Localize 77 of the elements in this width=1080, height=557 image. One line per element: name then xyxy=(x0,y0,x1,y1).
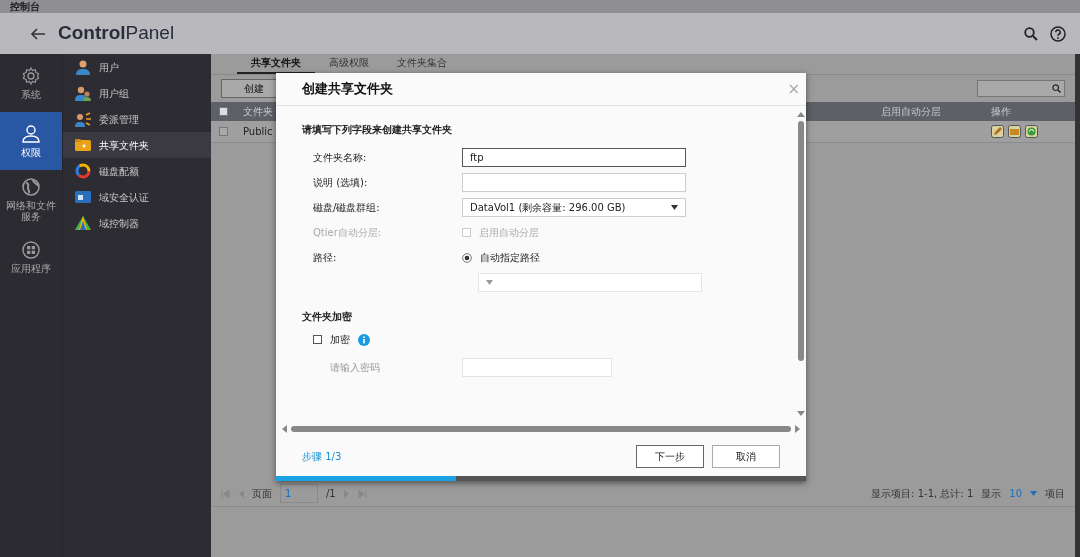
tab[interactable]: 文件夹集合 xyxy=(383,55,461,74)
folder-icon[interactable] xyxy=(1008,125,1021,138)
column-header: 启用自动分层 xyxy=(880,105,942,119)
scroll-right-icon[interactable] xyxy=(795,425,800,433)
pyramid-icon xyxy=(75,215,91,231)
section-heading: 文件夹加密 xyxy=(302,310,353,324)
checkbox-label: 启用自动分层 xyxy=(479,226,539,240)
radio-label: 自动指定路径 xyxy=(480,251,540,265)
field-label: 路径: xyxy=(312,251,338,265)
step-indicator: 步骤 1/3 xyxy=(302,449,342,464)
checkbox[interactable] xyxy=(218,127,228,136)
users-icon xyxy=(75,111,91,127)
search-icon[interactable] xyxy=(1024,26,1038,41)
field-label: 文件夹名称: xyxy=(312,151,368,165)
table-cell-text: Public xyxy=(242,125,273,139)
next-button[interactable]: 下一步 xyxy=(636,444,704,468)
checkbox[interactable] xyxy=(313,335,322,344)
user-icon xyxy=(75,59,91,75)
globe-icon xyxy=(21,176,41,197)
window-title: 控制台 xyxy=(0,0,1080,13)
scrollbar-thumb[interactable] xyxy=(291,426,791,432)
apps-icon xyxy=(21,240,41,260)
text-field[interactable]: ftp xyxy=(462,148,686,167)
rail-item[interactable]: 应用程序 xyxy=(0,228,62,286)
caret-icon xyxy=(486,280,493,285)
field-label: Qtier自动分层: xyxy=(312,226,383,240)
cancel-button[interactable]: 取消 xyxy=(712,444,780,468)
checkbox[interactable] xyxy=(218,107,228,116)
scroll-left-icon[interactable] xyxy=(282,425,287,433)
checkbox-label: 加密 xyxy=(330,333,350,347)
users-icon xyxy=(75,85,91,101)
rail-item[interactable]: 网络和文件服务 xyxy=(0,170,62,228)
dropdown-field[interactable]: DataVol1 (剩余容量: 296.00 GB) xyxy=(462,198,686,217)
tab[interactable]: 高级权限 xyxy=(315,55,383,74)
folder-icon xyxy=(75,137,91,153)
scroll-up-icon[interactable] xyxy=(797,112,805,117)
caret-icon[interactable] xyxy=(1030,491,1037,496)
show-label: 显示 xyxy=(981,487,1002,501)
scrollbar-thumb[interactable] xyxy=(798,121,804,361)
search-icon xyxy=(1052,84,1061,93)
field-label: 磁盘/磁盘群组: xyxy=(312,201,381,215)
caret-icon xyxy=(671,205,678,210)
edit-icon[interactable] xyxy=(991,125,1004,138)
help-icon[interactable] xyxy=(1050,25,1066,42)
search-field[interactable] xyxy=(977,80,1065,97)
menu-item[interactable]: 用户 xyxy=(63,54,211,80)
dropdown-field[interactable] xyxy=(478,273,702,292)
field-label: 请输入密码 xyxy=(329,361,381,375)
item-count: 显示项目: 1-1, 总计: 1 xyxy=(871,487,974,501)
gear-icon xyxy=(21,66,41,86)
refresh-icon[interactable] xyxy=(1025,125,1038,138)
person-icon xyxy=(21,124,41,144)
info-icon xyxy=(358,333,370,346)
menu-item[interactable]: 委派管理 xyxy=(63,106,211,132)
column-header: 文件夹 xyxy=(242,105,273,119)
menu-item[interactable]: 用户组 xyxy=(63,80,211,106)
menu-item[interactable]: 共享文件夹 xyxy=(63,132,211,158)
password-field[interactable] xyxy=(462,358,612,377)
menu-item[interactable]: 域安全认证 xyxy=(63,184,211,210)
menu-item[interactable]: 域控制器 xyxy=(63,210,211,236)
rail-item[interactable]: 系统 xyxy=(0,54,62,112)
app-title: ControlPanel xyxy=(58,21,175,46)
page-total: /1 xyxy=(326,487,336,501)
radio-button[interactable] xyxy=(462,252,472,263)
pie-chart-icon xyxy=(75,163,91,179)
form-heading: 请填写下列字段来创建共享文件夹 xyxy=(302,123,453,137)
menu-item[interactable]: 磁盘配额 xyxy=(63,158,211,184)
rail-item[interactable]: 权限 xyxy=(0,112,62,170)
back-icon[interactable] xyxy=(30,26,46,41)
dialog-title: 创建共享文件夹 xyxy=(302,80,393,99)
text-field[interactable] xyxy=(462,173,686,192)
field-label: 说明 (选填): xyxy=(312,176,369,190)
items-label: 项目 xyxy=(1045,487,1065,501)
id-card-icon xyxy=(75,189,91,205)
column-header: 操作 xyxy=(990,105,1012,119)
scroll-down-icon[interactable] xyxy=(797,411,805,416)
page-label: 页面 xyxy=(252,487,272,501)
